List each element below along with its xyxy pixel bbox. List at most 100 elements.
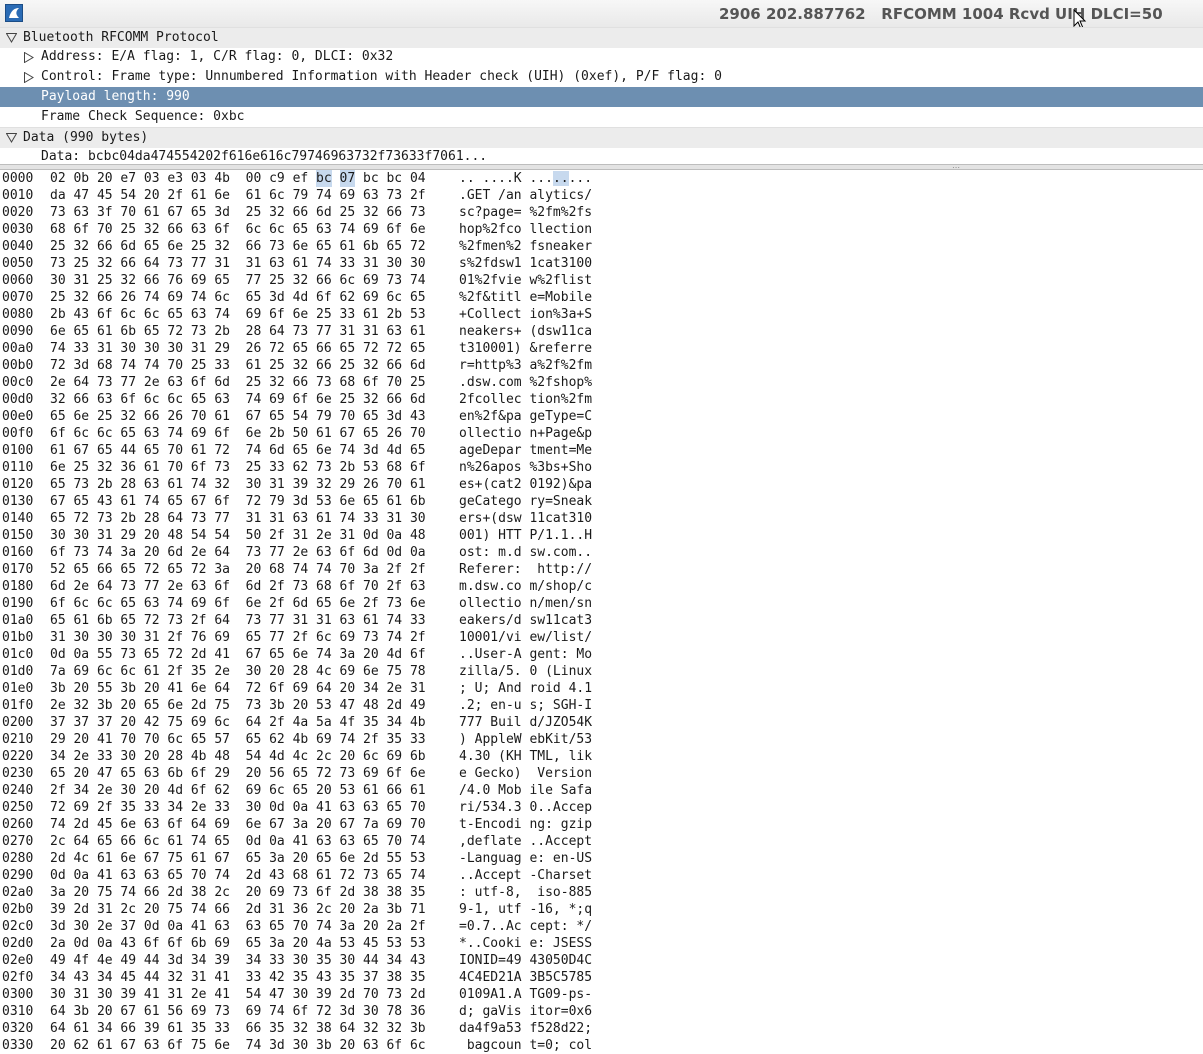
- hex-byte[interactable]: 47: [269, 986, 285, 1003]
- hex-byte[interactable]: 6b: [410, 493, 426, 510]
- hex-byte[interactable]: 63: [363, 1037, 379, 1054]
- hex-byte[interactable]: 0a: [73, 646, 89, 663]
- hex-byte[interactable]: 72: [316, 1003, 332, 1020]
- hex-byte[interactable]: 42: [144, 714, 160, 731]
- hex-ascii[interactable]: d; gaVis itor=0x6: [459, 1003, 592, 1020]
- hex-ascii[interactable]: bagcoun t=0; col: [459, 1037, 592, 1054]
- hex-byte[interactable]: 6e: [246, 425, 262, 442]
- hex-byte[interactable]: 30: [246, 663, 262, 680]
- hex-byte[interactable]: 65: [214, 833, 230, 850]
- hex-byte[interactable]: 74: [191, 289, 207, 306]
- hex-byte[interactable]: 6f: [120, 391, 136, 408]
- hex-byte[interactable]: 70: [386, 833, 402, 850]
- hex-byte[interactable]: 43: [73, 969, 89, 986]
- hex-byte[interactable]: 72: [167, 323, 183, 340]
- hex-byte[interactable]: 3a: [269, 935, 285, 952]
- hex-byte[interactable]: 2b: [386, 306, 402, 323]
- hex-byte[interactable]: 2e: [214, 663, 230, 680]
- hex-byte[interactable]: 73: [293, 323, 309, 340]
- hex-byte[interactable]: 2a: [50, 935, 66, 952]
- hex-byte[interactable]: 32: [269, 374, 285, 391]
- hex-byte[interactable]: 2e: [50, 697, 66, 714]
- hex-ascii[interactable]: 0109A1.A TG09-ps-: [459, 986, 592, 1003]
- hex-byte[interactable]: 77: [269, 544, 285, 561]
- hex-byte[interactable]: 2f: [410, 187, 426, 204]
- hex-byte[interactable]: 28: [167, 748, 183, 765]
- hex-byte[interactable]: 76: [167, 272, 183, 289]
- hex-byte[interactable]: 39: [293, 476, 309, 493]
- hex-byte[interactable]: 63: [144, 1037, 160, 1054]
- hex-byte[interactable]: 67: [73, 442, 89, 459]
- hex-byte[interactable]: 20: [246, 884, 262, 901]
- hex-byte[interactable]: 43: [316, 969, 332, 986]
- hex-byte[interactable]: 70: [340, 561, 356, 578]
- hex-byte[interactable]: 6c: [144, 391, 160, 408]
- hex-byte[interactable]: 6c: [97, 595, 113, 612]
- hex-byte[interactable]: 63: [73, 204, 89, 221]
- hex-byte[interactable]: 2d: [50, 850, 66, 867]
- hex-byte[interactable]: 4e: [97, 952, 113, 969]
- hex-byte[interactable]: 70: [293, 918, 309, 935]
- hex-byte[interactable]: 30: [363, 1003, 379, 1020]
- hex-byte[interactable]: 74: [410, 867, 426, 884]
- hex-byte[interactable]: 54: [246, 986, 262, 1003]
- hex-byte[interactable]: 2d: [386, 697, 402, 714]
- hex-byte[interactable]: 35: [293, 969, 309, 986]
- hex-byte[interactable]: 74: [340, 731, 356, 748]
- hex-byte[interactable]: 26: [120, 289, 136, 306]
- hex-byte[interactable]: 0a: [410, 544, 426, 561]
- hex-byte[interactable]: 65: [144, 323, 160, 340]
- hex-byte[interactable]: 6e: [340, 850, 356, 867]
- hex-byte[interactable]: da: [50, 187, 66, 204]
- hex-byte[interactable]: 6c: [269, 221, 285, 238]
- hex-byte[interactable]: 26: [386, 425, 402, 442]
- hex-byte[interactable]: 72: [144, 612, 160, 629]
- hex-byte[interactable]: 6b: [191, 935, 207, 952]
- hex-byte[interactable]: 77: [214, 510, 230, 527]
- hex-byte[interactable]: 73: [191, 323, 207, 340]
- hex-byte[interactable]: 41: [316, 799, 332, 816]
- hex-byte[interactable]: 0d: [269, 799, 285, 816]
- hex-byte[interactable]: 30: [73, 527, 89, 544]
- hex-byte[interactable]: 6c: [316, 629, 332, 646]
- hex-byte[interactable]: 2c: [120, 901, 136, 918]
- hex-byte[interactable]: 3d: [340, 1003, 356, 1020]
- hex-byte[interactable]: 37: [73, 714, 89, 731]
- hex-byte[interactable]: 25: [246, 374, 262, 391]
- tree-row[interactable]: Frame Check Sequence: 0xbc: [0, 107, 1203, 127]
- hex-byte[interactable]: 25: [50, 238, 66, 255]
- hex-byte[interactable]: 32: [73, 289, 89, 306]
- hex-byte[interactable]: 70: [386, 374, 402, 391]
- hex-byte[interactable]: 67: [167, 204, 183, 221]
- hex-byte[interactable]: 41: [214, 646, 230, 663]
- hex-byte[interactable]: 4b: [410, 714, 426, 731]
- hex-byte[interactable]: 36: [293, 901, 309, 918]
- hex-byte[interactable]: 62: [269, 731, 285, 748]
- hex-byte[interactable]: 4f: [340, 714, 356, 731]
- hex-byte[interactable]: 69: [386, 816, 402, 833]
- hex-byte[interactable]: 2b: [120, 510, 136, 527]
- hex-byte[interactable]: 72: [316, 765, 332, 782]
- hex-byte[interactable]: 72: [144, 561, 160, 578]
- hex-byte[interactable]: 74: [167, 595, 183, 612]
- hex-byte[interactable]: 66: [144, 272, 160, 289]
- hex-byte[interactable]: 61: [340, 238, 356, 255]
- hex-byte[interactable]: 65: [73, 493, 89, 510]
- hex-byte[interactable]: 32: [386, 1020, 402, 1037]
- hex-byte[interactable]: 32: [120, 272, 136, 289]
- hex-byte[interactable]: 43: [73, 306, 89, 323]
- hex-ascii[interactable]: t-Encodi ng: gzip: [459, 816, 592, 833]
- hex-byte[interactable]: 2f: [293, 629, 309, 646]
- hex-byte[interactable]: 6f: [269, 306, 285, 323]
- hex-byte[interactable]: 33: [246, 969, 262, 986]
- hex-byte[interactable]: 67: [120, 1037, 136, 1054]
- hex-byte[interactable]: 69: [191, 425, 207, 442]
- hex-byte[interactable]: 3d: [50, 918, 66, 935]
- hex-ascii[interactable]: sc?page= %2fm%2fs: [459, 204, 592, 221]
- hex-byte[interactable]: 30: [144, 340, 160, 357]
- hex-byte[interactable]: 31: [97, 340, 113, 357]
- hex-byte[interactable]: 20: [269, 663, 285, 680]
- hex-byte[interactable]: 64: [73, 374, 89, 391]
- hex-byte[interactable]: 45: [120, 969, 136, 986]
- hex-byte[interactable]: 55: [386, 850, 402, 867]
